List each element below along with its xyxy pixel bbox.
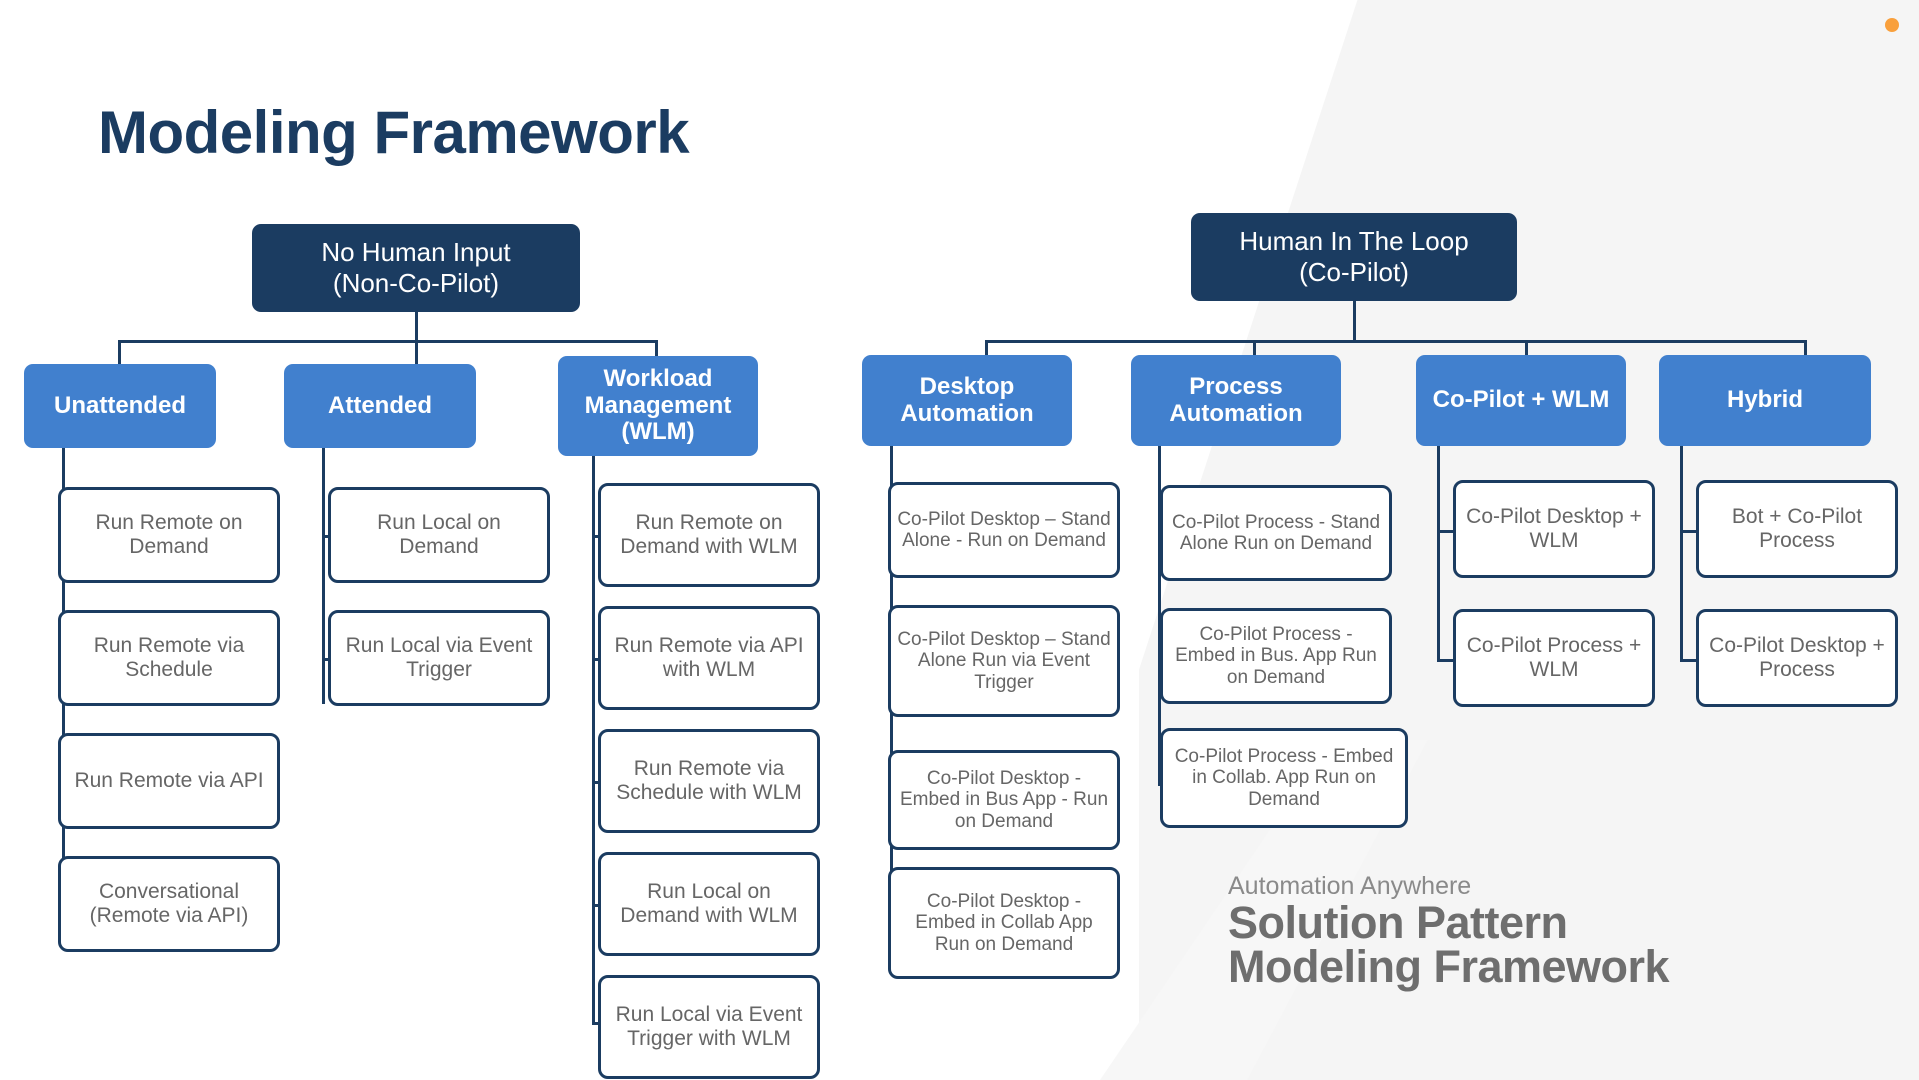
leaf-label: Co-Pilot Desktop + Process [1709,634,1885,681]
category-workload-management[interactable]: Workload Management (WLM) [558,356,758,456]
root-label-line1: Human In The Loop [1239,226,1469,257]
leaf-label: Co-Pilot Desktop – Stand Alone - Run on … [897,508,1111,551]
connector-right-bus [985,340,1807,343]
orange-dot-icon [1885,18,1899,32]
page-title: Modeling Framework [98,99,690,166]
category-label: Unattended [54,391,186,419]
connector-right-bus-to-cat1 [985,340,988,355]
leaf-node[interactable]: Run Remote on Demand [58,487,280,583]
leaf-node[interactable]: Co-Pilot Desktop + Process [1696,609,1898,707]
leaf-label: Co-Pilot Process - Embed in Collab. App … [1174,746,1394,810]
connector-attended-spine [322,448,325,704]
leaf-node[interactable]: Co-Pilot Process - Embed in Bus. App Run… [1160,608,1392,704]
leaf-label: Co-Pilot Desktop - Embed in Bus App - Ru… [899,768,1109,832]
leaf-label: Run Local on Demand [377,511,501,558]
connector-left-bus-to-cat1 [118,340,121,364]
leaf-node[interactable]: Run Remote via API [58,733,280,829]
leaf-node[interactable]: Run Remote on Demand with WLM [598,483,820,587]
connector-wlm-spine [592,456,595,1022]
leaf-node[interactable]: Co-Pilot Process - Stand Alone Run on De… [1160,485,1392,581]
category-label: Co-Pilot + WLM [1432,386,1610,414]
leaf-label: Run Remote on Demand [95,511,243,558]
branding-block: Automation Anywhere Solution Pattern Mod… [1228,872,1670,992]
connector-hybrid-spine [1680,446,1683,662]
category-copilot-plus-wlm[interactable]: Co-Pilot + WLM [1416,355,1626,446]
leaf-label: Bot + Co-Pilot Process [1731,505,1863,552]
connector-right-bus-to-cat3 [1525,340,1528,355]
leaf-node[interactable]: Bot + Co-Pilot Process [1696,480,1898,578]
leaf-label: Co-Pilot Desktop + WLM [1466,505,1642,552]
leaf-node[interactable]: Run Remote via Schedule with WLM [598,729,820,833]
category-label: Process Automation [1169,372,1303,427]
leaf-node[interactable]: Co-Pilot Desktop + WLM [1453,480,1655,578]
leaf-node[interactable]: Run Local on Demand [328,487,550,583]
category-desktop-automation[interactable]: Desktop Automation [862,355,1072,446]
category-hybrid[interactable]: Hybrid [1659,355,1871,446]
leaf-label: Run Local on Demand with WLM [620,880,798,927]
leaf-node[interactable]: Co-Pilot Process + WLM [1453,609,1655,707]
leaf-label: Run Remote via Schedule with WLM [616,757,802,804]
connector-copilotwlm-spine [1437,446,1440,662]
leaf-label: Run Remote via Schedule [93,634,245,681]
leaf-label: Run Remote on Demand with WLM [620,511,798,558]
leaf-node[interactable]: Run Remote via API with WLM [598,606,820,710]
category-label: Workload Management (WLM) [584,364,732,446]
category-label: Hybrid [1726,386,1803,414]
leaf-label: Run Remote via API [74,769,264,793]
leaf-label: Co-Pilot Process - Embed in Bus. App Run… [1175,624,1377,688]
category-process-automation[interactable]: Process Automation [1131,355,1341,446]
leaf-label: Run Local via Event Trigger with WLM [615,1003,803,1050]
root-label-line2: (Non-Co-Pilot) [332,268,500,298]
leaf-node[interactable]: Run Local via Event Trigger with WLM [598,975,820,1079]
connector-right-bus-to-cat4 [1804,340,1807,355]
category-attended[interactable]: Attended [284,364,476,448]
leaf-node[interactable]: Conversational (Remote via API) [58,856,280,952]
leaf-node[interactable]: Co-Pilot Process - Embed in Collab. App … [1160,728,1408,828]
leaf-node[interactable]: Co-Pilot Desktop - Embed in Bus App - Ru… [888,750,1120,850]
connector-left-root-drop [415,312,418,342]
root-label-line2: (Co-Pilot) [1299,257,1409,287]
leaf-label: Co-Pilot Process + WLM [1466,634,1642,681]
leaf-label: Co-Pilot Desktop - Embed in Collab App R… [915,891,1093,955]
leaf-label: Co-Pilot Process - Stand Alone Run on De… [1171,511,1381,554]
leaf-node[interactable]: Co-Pilot Desktop – Stand Alone Run via E… [888,605,1120,717]
root-node-no-human-input[interactable]: No Human Input (Non-Co-Pilot) [252,224,580,312]
leaf-label: Run Remote via API with WLM [614,634,804,681]
leaf-label: Run Local via Event Trigger [345,634,533,681]
leaf-node[interactable]: Co-Pilot Desktop – Stand Alone - Run on … [888,482,1120,578]
leaf-node[interactable]: Co-Pilot Desktop - Embed in Collab App R… [888,867,1120,979]
connector-right-bus-to-cat2 [1253,340,1256,355]
leaf-node[interactable]: Run Remote via Schedule [58,610,280,706]
leaf-label: Conversational (Remote via API) [89,880,249,927]
connector-right-root-drop [1353,301,1356,340]
category-unattended[interactable]: Unattended [24,364,216,448]
leaf-label: Co-Pilot Desktop – Stand Alone Run via E… [897,629,1111,693]
brand-title-line1: Solution Pattern [1228,896,1568,948]
connector-left-bus-to-cat2 [415,340,418,364]
root-node-human-in-the-loop[interactable]: Human In The Loop (Co-Pilot) [1191,213,1517,301]
leaf-node[interactable]: Run Local on Demand with WLM [598,852,820,956]
leaf-node[interactable]: Run Local via Event Trigger [328,610,550,706]
category-label: Desktop Automation [900,372,1034,427]
connector-left-bus [118,340,658,343]
brand-title-line2: Modeling Framework [1228,940,1670,992]
root-label-line1: No Human Input [321,237,511,268]
category-label: Attended [328,391,432,419]
